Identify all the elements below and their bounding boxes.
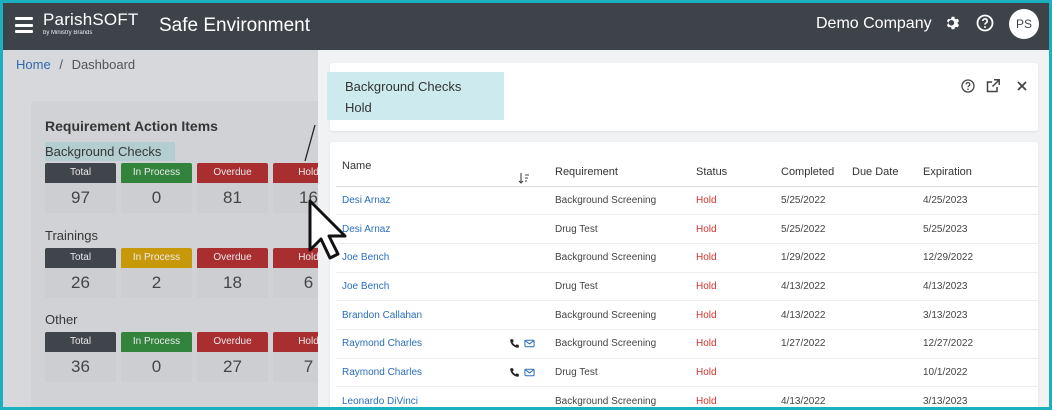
row-name[interactable]: Desi Arnaz bbox=[336, 186, 549, 216]
row-completed: 1/27/2022 bbox=[775, 329, 846, 359]
help-icon[interactable] bbox=[960, 78, 976, 94]
person-name-link[interactable]: Raymond Charles bbox=[342, 367, 422, 378]
row-name[interactable]: Leonardo DiVinci bbox=[336, 386, 549, 407]
row-expiration: 3/13/2023 bbox=[917, 300, 1038, 330]
row-requirement: Background Screening bbox=[549, 300, 690, 330]
row-due-date bbox=[846, 272, 917, 302]
table-row[interactable]: Desi Arnaz Drug Test Hold 5/25/2022 5/25/202… bbox=[336, 214, 1038, 244]
panel-header: Background Checks Hold bbox=[327, 63, 1038, 131]
row-completed bbox=[775, 358, 846, 388]
row-completed: 4/13/2022 bbox=[775, 386, 846, 407]
row-name[interactable]: Brandon Callahan bbox=[336, 300, 549, 330]
row-completed: 5/25/2022 bbox=[775, 186, 846, 216]
column-header-name[interactable]: Name bbox=[336, 158, 549, 187]
panel-title: Background Checks bbox=[345, 79, 462, 94]
table-row[interactable]: Raymond Charles Background Screening Hold 1… bbox=[336, 329, 1038, 359]
results-card: Name Requirement Status Completed Due Da… bbox=[330, 142, 1038, 407]
row-completed: 4/13/2022 bbox=[775, 300, 846, 330]
table-row[interactable]: Raymond Charles Drug Test Hold 10/1/2022 bbox=[336, 358, 1038, 388]
app-window: ParishSOFT by Ministry Brands Safe Envir… bbox=[3, 3, 1049, 407]
row-completed: 5/25/2022 bbox=[775, 214, 846, 244]
table-body: Desi Arnaz Background Screening Hold 5/25/2… bbox=[336, 186, 1038, 407]
sort-icon[interactable] bbox=[518, 172, 530, 184]
phone-icon[interactable] bbox=[509, 367, 520, 378]
row-expiration: 10/1/2022 bbox=[917, 358, 1038, 388]
row-due-date bbox=[846, 300, 917, 330]
gear-icon[interactable] bbox=[945, 15, 961, 31]
row-status: Hold bbox=[690, 214, 775, 244]
person-name-link[interactable]: Joe Bench bbox=[342, 281, 389, 292]
phone-icon[interactable] bbox=[509, 338, 520, 349]
row-requirement: Drug Test bbox=[549, 358, 690, 388]
row-expiration: 4/13/2023 bbox=[917, 272, 1038, 302]
row-requirement: Background Screening bbox=[549, 243, 690, 273]
row-name[interactable]: Desi Arnaz bbox=[336, 214, 549, 244]
column-header-completed[interactable]: Completed bbox=[775, 158, 846, 187]
row-due-date bbox=[846, 329, 917, 359]
table-row[interactable]: Leonardo DiVinci Background Screening Hold… bbox=[336, 386, 1038, 407]
menu-icon[interactable] bbox=[15, 17, 33, 33]
person-name-link[interactable]: Raymond Charles bbox=[342, 338, 422, 349]
row-requirement: Background Screening bbox=[549, 186, 690, 216]
row-requirement: Background Screening bbox=[549, 386, 690, 407]
row-due-date bbox=[846, 358, 917, 388]
row-name[interactable]: Joe Bench bbox=[336, 243, 549, 273]
row-status: Hold bbox=[690, 329, 775, 359]
row-requirement: Drug Test bbox=[549, 272, 690, 302]
row-requirement: Background Screening bbox=[549, 329, 690, 359]
row-due-date bbox=[846, 386, 917, 407]
help-icon[interactable] bbox=[976, 14, 994, 32]
row-status: Hold bbox=[690, 272, 775, 302]
panel-subtitle: Hold bbox=[345, 100, 372, 115]
row-due-date bbox=[846, 243, 917, 273]
avatar[interactable]: PS bbox=[1009, 9, 1039, 39]
app-title: Safe Environment bbox=[159, 15, 311, 36]
row-status: Hold bbox=[690, 243, 775, 273]
table-row[interactable]: Desi Arnaz Background Screening Hold 5/25/2… bbox=[336, 186, 1038, 216]
logo-text: ParishSOFT bbox=[43, 10, 139, 29]
row-name[interactable]: Joe Bench bbox=[336, 272, 549, 302]
table-row[interactable]: Joe Bench Drug Test Hold 4/13/2022 4/13/2023 bbox=[336, 272, 1038, 302]
person-name-link[interactable]: Brandon Callahan bbox=[342, 310, 422, 321]
row-expiration: 12/29/2022 bbox=[917, 243, 1038, 273]
row-status: Hold bbox=[690, 300, 775, 330]
table-row[interactable]: Brandon Callahan Background Screening Hold… bbox=[336, 300, 1038, 330]
row-expiration: 5/25/2023 bbox=[917, 214, 1038, 244]
close-icon[interactable] bbox=[1014, 78, 1030, 94]
logo[interactable]: ParishSOFT by Ministry Brands bbox=[43, 11, 139, 37]
email-icon[interactable] bbox=[524, 338, 535, 349]
row-status: Hold bbox=[690, 186, 775, 216]
row-expiration: 4/25/2023 bbox=[917, 186, 1038, 216]
email-icon[interactable] bbox=[524, 367, 535, 378]
column-header-status[interactable]: Status bbox=[690, 158, 775, 187]
company-name[interactable]: Demo Company bbox=[816, 15, 932, 33]
top-bar: ParishSOFT by Ministry Brands Safe Envir… bbox=[3, 3, 1049, 50]
row-status: Hold bbox=[690, 358, 775, 388]
open-external-icon[interactable] bbox=[985, 78, 1001, 94]
contact-icons bbox=[505, 338, 535, 349]
row-requirement: Drug Test bbox=[549, 214, 690, 244]
row-name[interactable]: Raymond Charles bbox=[336, 329, 549, 359]
logo-subtext: by Ministry Brands bbox=[43, 30, 93, 36]
contact-icons bbox=[505, 367, 535, 378]
row-completed: 1/29/2022 bbox=[775, 243, 846, 273]
detail-panel: Background Checks Hold Name Requirement … bbox=[318, 50, 1049, 407]
row-due-date bbox=[846, 214, 917, 244]
row-expiration: 3/13/2023 bbox=[917, 386, 1038, 407]
person-name-link[interactable]: Leonardo DiVinci bbox=[342, 396, 418, 407]
row-completed: 4/13/2022 bbox=[775, 272, 846, 302]
column-header-requirement[interactable]: Requirement bbox=[549, 158, 690, 187]
column-header-due-date[interactable]: Due Date bbox=[846, 158, 917, 187]
row-due-date bbox=[846, 186, 917, 216]
mouse-cursor-icon bbox=[308, 199, 347, 260]
row-expiration: 12/27/2022 bbox=[917, 329, 1038, 359]
row-name[interactable]: Raymond Charles bbox=[336, 358, 549, 388]
column-header-expiration[interactable]: Expiration bbox=[917, 158, 1038, 187]
table-row[interactable]: Joe Bench Background Screening Hold 1/29/20… bbox=[336, 243, 1038, 273]
table-header-row: Name Requirement Status Completed Due Da… bbox=[336, 158, 1038, 187]
results-table: Name Requirement Status Completed Due Da… bbox=[336, 158, 1038, 407]
row-status: Hold bbox=[690, 386, 775, 407]
